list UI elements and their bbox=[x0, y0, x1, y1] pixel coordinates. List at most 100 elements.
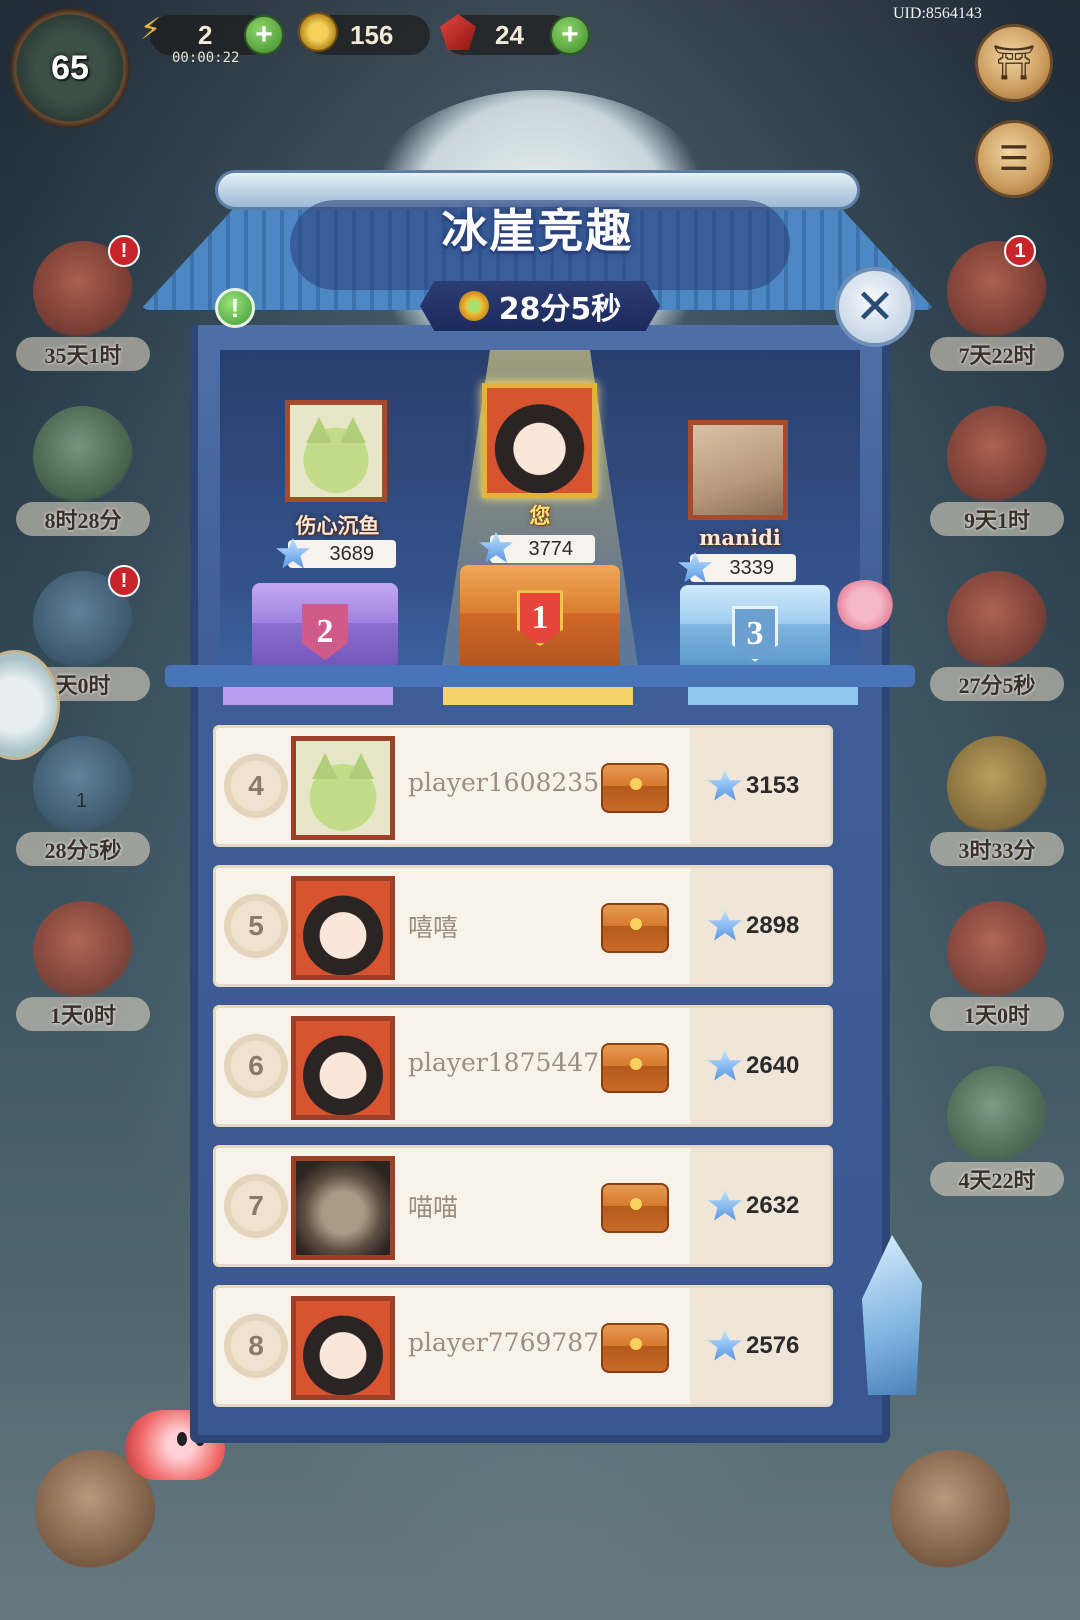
player-score: 3153 bbox=[746, 772, 800, 799]
podium-score-2: 3689 bbox=[288, 540, 396, 568]
girl-avatar-icon bbox=[487, 388, 592, 493]
reward-chest-icon[interactable] bbox=[601, 763, 669, 813]
player-name: player16082357 bbox=[408, 768, 616, 797]
girl-avatar-icon bbox=[296, 1301, 390, 1395]
right-event-3[interactable]: 27分5秒 bbox=[922, 565, 1072, 715]
event-pavilion-icon bbox=[33, 406, 133, 506]
player-name: player7769787 bbox=[408, 1328, 600, 1357]
girl-avatar-icon bbox=[296, 881, 390, 975]
leaderboard-row[interactable]: 8 player7769787 2576 bbox=[213, 1285, 833, 1407]
mascot-eye bbox=[177, 1432, 187, 1446]
coin-icon bbox=[298, 12, 338, 52]
left-event-5[interactable]: 1天0时 bbox=[8, 895, 158, 1045]
info-button[interactable]: ! bbox=[215, 288, 255, 328]
podium-name-2: 伤心沉鱼 bbox=[295, 513, 380, 538]
event-ice-cat-icon bbox=[33, 736, 133, 836]
event-drum-cat-icon bbox=[33, 901, 133, 1001]
energy-timer: 00:00:22 bbox=[172, 50, 240, 66]
event-bonus-plus-icon bbox=[947, 901, 1047, 1001]
podium-name-1: 您 bbox=[529, 503, 551, 528]
event-count: 1 bbox=[76, 790, 88, 812]
event-timer-label: 28分5秒 bbox=[16, 832, 150, 866]
event-timer-label: 3时33分 bbox=[930, 832, 1064, 866]
player-avatar[interactable] bbox=[291, 1016, 395, 1120]
event-timer-label: 1天0时 bbox=[930, 997, 1064, 1031]
notification-badge: ! bbox=[108, 565, 140, 597]
right-event-5[interactable]: 1天0时 bbox=[922, 895, 1072, 1045]
energy-value: 2 bbox=[198, 19, 213, 50]
podium-avatar-3[interactable] bbox=[688, 420, 788, 520]
player-level-badge[interactable]: 65 bbox=[10, 8, 130, 128]
podium-avatar-2[interactable] bbox=[285, 400, 387, 502]
close-button[interactable]: ✕ bbox=[835, 267, 915, 347]
event-timer-banner: 28分5秒 bbox=[420, 281, 660, 331]
player-score: 2632 bbox=[746, 1192, 800, 1219]
clock-icon bbox=[458, 291, 489, 321]
rank-number: 8 bbox=[224, 1314, 288, 1378]
cat-avatar-icon bbox=[296, 741, 390, 835]
coin-value: 156 bbox=[350, 19, 394, 50]
leaderboard-row[interactable]: 7 喵喵 2632 bbox=[213, 1145, 833, 1267]
player-avatar[interactable] bbox=[291, 736, 395, 840]
reward-chest-icon[interactable] bbox=[601, 1183, 669, 1233]
event-timer-label: 27分5秒 bbox=[930, 667, 1064, 701]
right-event-4[interactable]: 3时33分 bbox=[922, 730, 1072, 880]
right-event-6[interactable]: 4天22时 bbox=[922, 1060, 1072, 1210]
leaderboard-row[interactable]: 5 嘻嘻 2898 bbox=[213, 865, 833, 987]
rank-number: 5 bbox=[224, 894, 288, 958]
player-level: 65 bbox=[51, 48, 89, 87]
rank-number: 7 bbox=[224, 1174, 288, 1238]
player-name: player18754478 bbox=[408, 1048, 616, 1077]
reward-chest-icon[interactable] bbox=[601, 903, 669, 953]
gem-value: 24 bbox=[495, 19, 524, 50]
event-timer-label: 1天0时 bbox=[16, 997, 150, 1031]
left-event-2[interactable]: 8时28分 bbox=[8, 400, 158, 550]
player-score: 2898 bbox=[746, 912, 800, 939]
event-gift-box-icon bbox=[947, 1066, 1047, 1166]
player-avatar[interactable] bbox=[291, 876, 395, 980]
cat-avatar-icon bbox=[290, 405, 382, 497]
event-timer: 28分5秒 bbox=[498, 292, 622, 327]
event-timer-label: 9天1时 bbox=[930, 502, 1064, 536]
player-name: 嘻嘻 bbox=[408, 913, 459, 942]
podium-avatar-1[interactable] bbox=[482, 383, 597, 498]
cherry-blossom-decoration bbox=[835, 580, 895, 630]
rank-number: 4 bbox=[224, 754, 288, 818]
event-timer-label: 8时28分 bbox=[16, 502, 150, 536]
player-score: 2640 bbox=[746, 1052, 800, 1079]
rank-number: 6 bbox=[224, 1034, 288, 1098]
event-timer-label: 7天22时 bbox=[930, 337, 1064, 371]
event-mystery-box-icon bbox=[947, 406, 1047, 506]
leaderboard-row[interactable]: 6 player18754478 2640 bbox=[213, 1005, 833, 1127]
player-score: 2576 bbox=[746, 1332, 800, 1359]
add-gems-button[interactable]: + bbox=[550, 15, 590, 55]
lightning-icon: ⚡ bbox=[140, 12, 162, 47]
event-golden-bowl-icon bbox=[947, 736, 1047, 836]
right-event-2[interactable]: 9天1时 bbox=[922, 400, 1072, 550]
event-treasure-bag-icon bbox=[947, 571, 1047, 671]
reward-chest-icon[interactable] bbox=[601, 1043, 669, 1093]
podium-name-3: manidi bbox=[699, 525, 781, 550]
leaderboard-row[interactable]: 4 player16082357 3153 bbox=[213, 725, 833, 847]
podium-floor bbox=[165, 665, 915, 687]
notification-badge: 1 bbox=[1004, 235, 1036, 267]
kitten-photo-avatar-icon bbox=[296, 1161, 390, 1255]
right-event-1[interactable]: 1 7天22时 bbox=[922, 235, 1072, 385]
notification-badge: ! bbox=[108, 235, 140, 267]
podium-score-3: 3339 bbox=[690, 554, 796, 582]
bottom-teapot-button[interactable] bbox=[890, 1450, 1010, 1570]
add-energy-button[interactable]: + bbox=[244, 15, 284, 55]
menu-list-icon[interactable]: ☰ bbox=[975, 120, 1053, 198]
shop-stall-icon[interactable]: ⛩ bbox=[975, 24, 1053, 102]
user-id: UID:8564143 bbox=[893, 5, 982, 22]
player-avatar[interactable] bbox=[291, 1156, 395, 1260]
event-title: 冰崖竞趣 bbox=[441, 204, 634, 258]
reward-chest-icon[interactable] bbox=[601, 1323, 669, 1373]
left-event-1[interactable]: ! 35天1时 bbox=[8, 235, 158, 385]
photo-avatar-icon bbox=[693, 425, 783, 515]
player-avatar[interactable] bbox=[291, 1296, 395, 1400]
event-timer-label: 4天22时 bbox=[930, 1162, 1064, 1196]
chest-rank-1[interactable]: 1 bbox=[460, 565, 620, 680]
event-timer-label: 35天1时 bbox=[16, 337, 150, 371]
player-name: 喵喵 bbox=[408, 1193, 459, 1222]
